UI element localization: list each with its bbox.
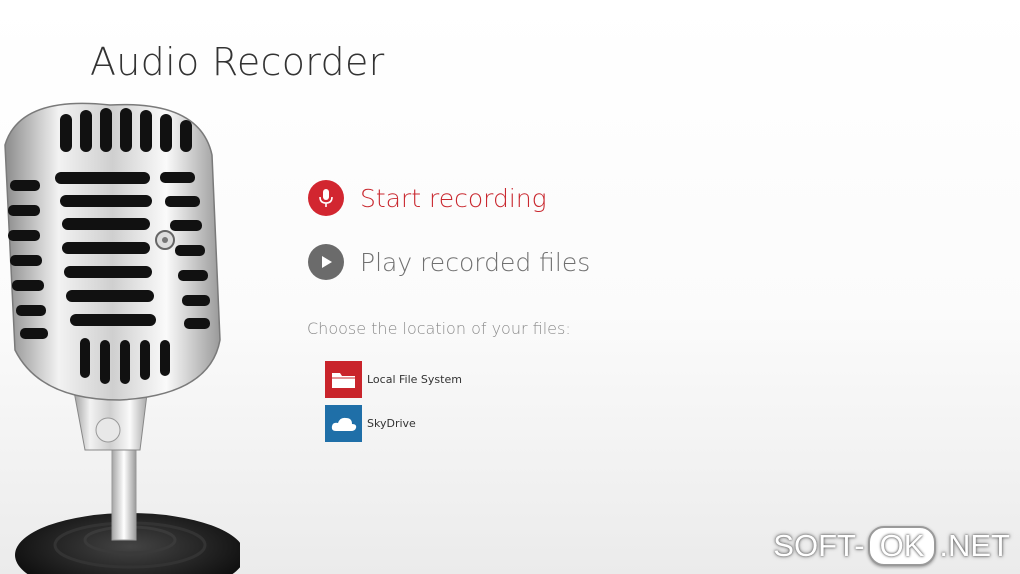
- local-file-system-label: Local File System: [367, 373, 462, 386]
- play-icon: [308, 244, 344, 280]
- start-recording-button[interactable]: Start recording: [308, 180, 547, 216]
- play-recorded-files-label: Play recorded files: [360, 247, 591, 277]
- skydrive-option[interactable]: SkyDrive: [325, 405, 416, 442]
- page-title: Audio Recorder: [90, 40, 385, 84]
- play-recorded-files-button[interactable]: Play recorded files: [308, 244, 590, 280]
- location-heading: Choose the location of your files:: [307, 319, 571, 338]
- watermark-right: .NET: [939, 528, 1010, 563]
- skydrive-cloud-icon: [325, 405, 362, 442]
- microphone-icon: [308, 180, 344, 216]
- watermark: SOFT- OK .NET: [773, 526, 1010, 566]
- local-file-system-option[interactable]: Local File System: [325, 361, 462, 398]
- skydrive-label: SkyDrive: [367, 417, 416, 430]
- watermark-middle: OK: [867, 526, 937, 566]
- start-recording-label: Start recording: [360, 183, 547, 213]
- microphone-illustration: [4, 102, 240, 574]
- folder-icon: [325, 361, 362, 398]
- watermark-left: SOFT-: [773, 528, 865, 563]
